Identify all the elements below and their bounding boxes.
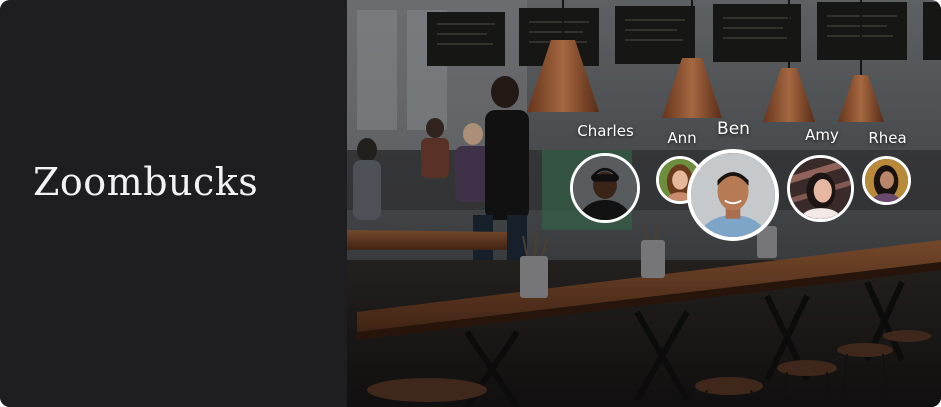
person-avatar-icon <box>691 153 775 237</box>
person-avatar-icon <box>790 158 851 219</box>
cafe-background-image <box>347 0 941 407</box>
person-avatar-icon <box>865 159 908 202</box>
brand-panel: Zoombucks <box>0 0 347 407</box>
participant-name-ann: Ann <box>667 129 697 147</box>
person-avatar-icon <box>573 156 637 220</box>
avatar-amy[interactable] <box>787 155 854 222</box>
participant-name-rhea: Rhea <box>868 129 907 147</box>
participant-name-amy: Amy <box>805 126 839 144</box>
avatar-rhea[interactable] <box>862 156 911 205</box>
banner-card: Zoombucks Charles Ann Ben Amy Rhea <box>0 0 941 407</box>
avatar-charles[interactable] <box>570 153 640 223</box>
avatar-ben[interactable] <box>687 149 779 241</box>
participant-name-charles: Charles <box>577 122 634 140</box>
brand-title: Zoombucks <box>33 160 259 204</box>
participant-name-ben: Ben <box>717 119 750 139</box>
